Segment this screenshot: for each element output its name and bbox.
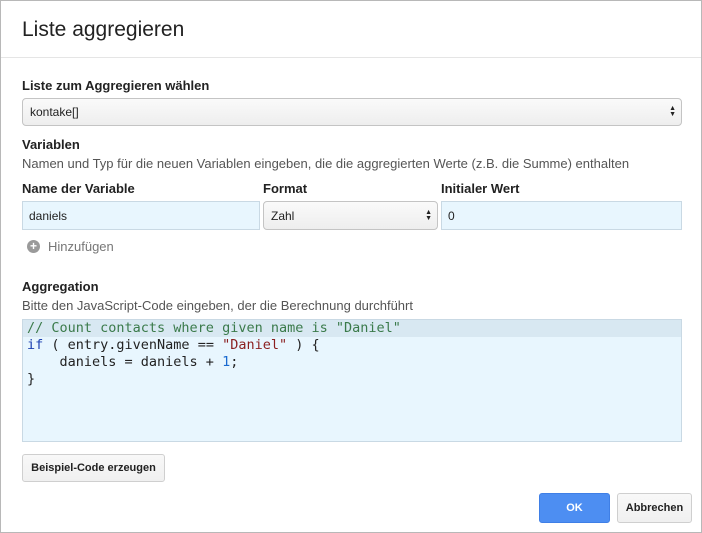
aggregation-heading: Aggregation	[22, 279, 99, 294]
code-number: 1	[222, 354, 231, 370]
column-header-format: Format	[263, 181, 308, 196]
cancel-button[interactable]: Abbrechen	[617, 493, 692, 523]
code-text: }	[27, 371, 36, 387]
aggregation-hint: Bitte den JavaScript-Code eingeben, der …	[22, 298, 413, 313]
list-select-label: Liste zum Aggregieren wählen	[22, 78, 210, 93]
ok-button[interactable]: OK	[539, 493, 610, 523]
select-arrows-icon: ▲ ▼	[669, 105, 676, 118]
initial-value-input[interactable]: 0	[441, 201, 682, 230]
variables-hint: Namen und Typ für die neuen Variablen ei…	[22, 156, 630, 171]
initial-value-value: 0	[448, 208, 455, 223]
code-line: if ( entry.givenName == "Daniel" ) {	[23, 337, 681, 354]
column-header-initial: Initialer Wert	[441, 181, 520, 196]
list-select[interactable]: kontake[] ▲ ▼	[22, 98, 682, 126]
code-line: }	[23, 371, 681, 388]
code-text: ;	[230, 354, 239, 370]
code-text: daniels = daniels +	[27, 354, 223, 370]
code-text: ) {	[287, 337, 320, 353]
aggregate-list-dialog: Liste aggregieren Liste zum Aggregieren …	[0, 0, 702, 533]
format-select[interactable]: Zahl ▲ ▼	[263, 201, 438, 230]
code-string: "Daniel"	[222, 337, 288, 353]
code-comment: // Count contacts where given name is "D…	[27, 320, 401, 336]
select-arrows-icon: ▲ ▼	[425, 208, 432, 222]
format-select-value: Zahl	[271, 208, 295, 223]
code-editor[interactable]: // Count contacts where given name is "D…	[22, 319, 682, 442]
variable-name-input[interactable]: daniels	[22, 201, 260, 230]
variables-heading: Variablen	[22, 137, 80, 152]
column-header-name: Name der Variable	[22, 181, 135, 196]
code-line: daniels = daniels + 1;	[23, 354, 681, 371]
generate-example-code-button[interactable]: Beispiel-Code erzeugen	[22, 454, 165, 482]
dialog-header: Liste aggregieren	[1, 1, 701, 58]
variable-name-value: daniels	[29, 208, 68, 223]
add-variable-button[interactable]: + Hinzufügen	[27, 239, 114, 254]
code-text: ( entry.givenName ==	[43, 337, 223, 353]
dialog-title: Liste aggregieren	[22, 18, 185, 41]
code-line: // Count contacts where given name is "D…	[23, 320, 681, 337]
add-variable-label: Hinzufügen	[48, 239, 114, 254]
plus-circle-icon: +	[27, 240, 40, 253]
list-select-value: kontake[]	[30, 105, 79, 119]
code-keyword: if	[27, 337, 44, 353]
